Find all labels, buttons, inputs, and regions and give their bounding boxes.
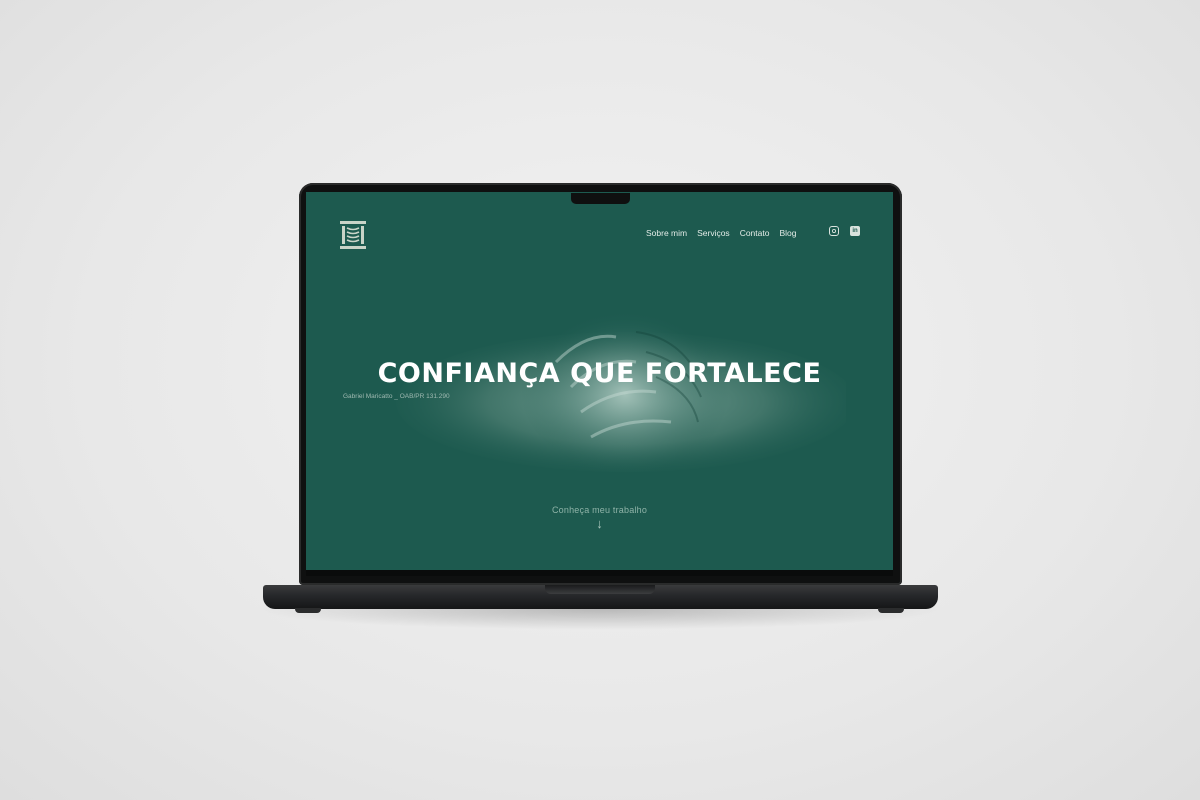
hero-subtitle: Gabriel Maricatto _ OAB/PR 131.290 [343, 393, 450, 400]
nav-item-sobre-mim[interactable]: Sobre mim [646, 228, 687, 238]
instagram-icon[interactable] [829, 226, 839, 236]
nav-item-servicos[interactable]: Serviços [697, 228, 730, 238]
nav-item-blog[interactable]: Blog [779, 228, 796, 238]
arrow-down-icon[interactable]: ↓ [306, 516, 893, 531]
cta-link[interactable]: Conheça meu trabalho [306, 505, 893, 515]
website-screen: Sobre mim Serviços Contato Blog in CONFI… [306, 192, 893, 570]
laptop-opening-lip [545, 585, 655, 594]
laptop-foot-left [295, 608, 321, 613]
laptop-foot-right [878, 608, 904, 613]
camera-notch [571, 193, 630, 204]
clasped-hands-image [396, 310, 846, 478]
logo-icon[interactable] [338, 220, 368, 250]
social-links: in [829, 226, 860, 236]
main-nav: Sobre mim Serviços Contato Blog [646, 228, 796, 238]
linkedin-icon[interactable]: in [850, 226, 860, 236]
screen-bezel-bottom [306, 570, 893, 576]
hero-headline: CONFIANÇA QUE FORTALECE [377, 358, 822, 389]
nav-item-contato[interactable]: Contato [740, 228, 770, 238]
